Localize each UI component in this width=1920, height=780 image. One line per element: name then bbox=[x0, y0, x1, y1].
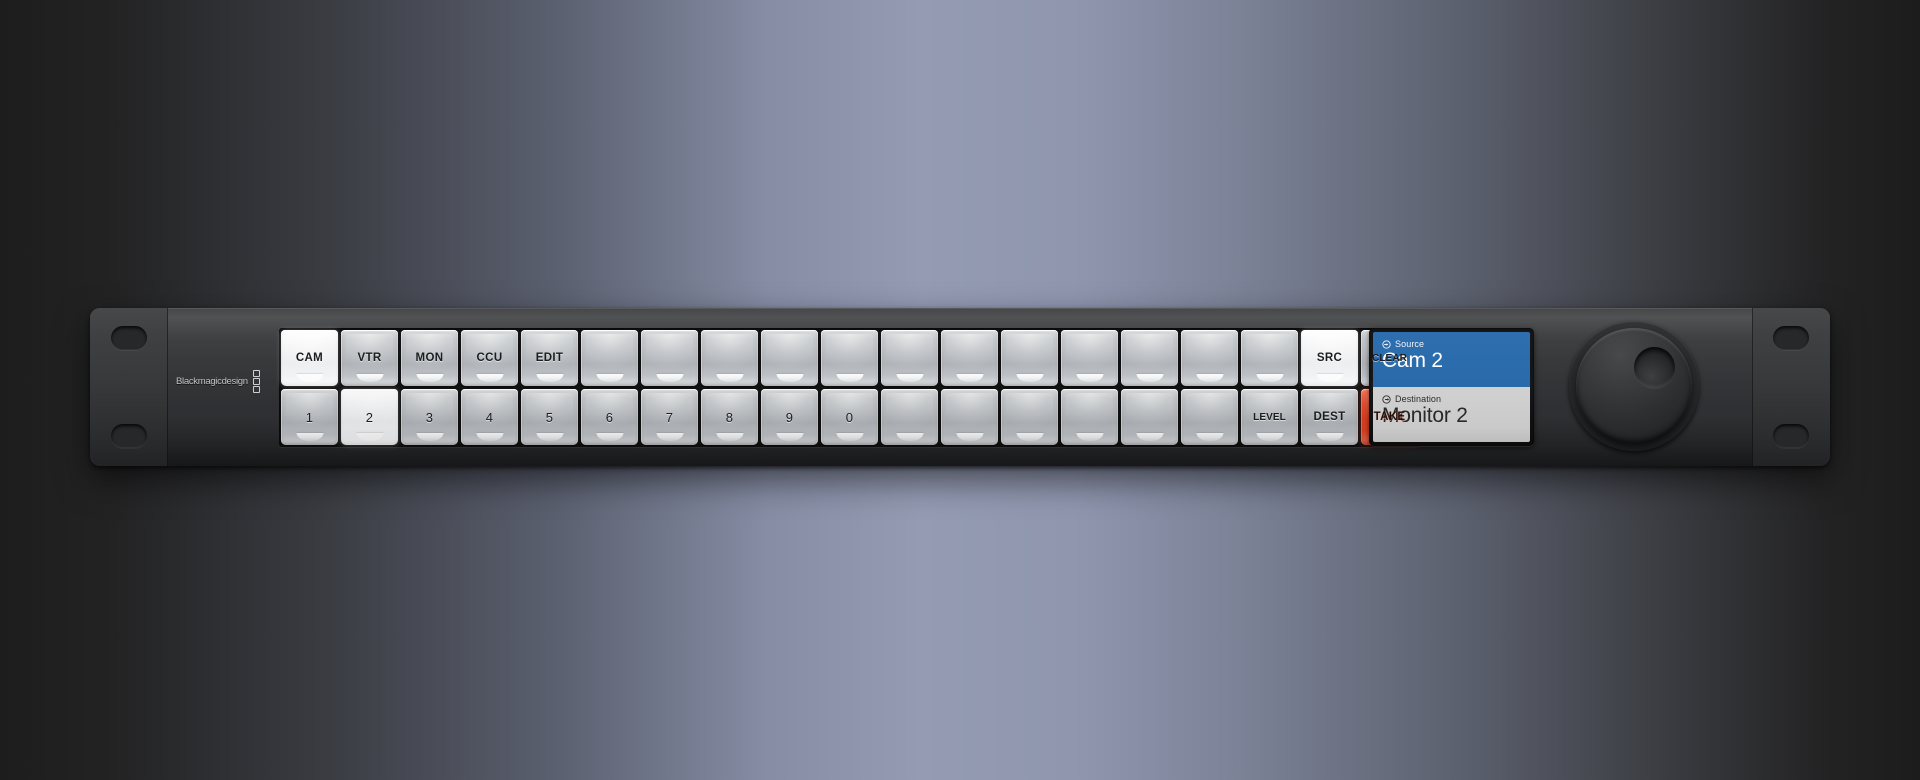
key-3[interactable]: 3 bbox=[401, 389, 458, 445]
key-label: SRC bbox=[1316, 352, 1343, 364]
key-blank-13[interactable] bbox=[1001, 330, 1058, 386]
logo-square-1 bbox=[252, 370, 260, 377]
input-arrow-icon bbox=[1382, 339, 1391, 349]
key-blank-8[interactable] bbox=[701, 330, 758, 386]
key-9[interactable]: 9 bbox=[761, 389, 818, 445]
rack-ear-left bbox=[90, 308, 168, 466]
key-label: VTR bbox=[357, 352, 382, 364]
key-blank-7[interactable] bbox=[641, 330, 698, 386]
key-label: TAKE bbox=[1373, 411, 1406, 423]
key-vtr[interactable]: VTR bbox=[341, 330, 398, 386]
rack-ear-right bbox=[1752, 308, 1830, 466]
rack-mount-hole-top-left bbox=[111, 326, 147, 350]
videohub-smart-control-panel: Blackmagicdesign CAM VTR MON CCU EDIT SRC CLEA… bbox=[90, 308, 1830, 466]
key-blank-6[interactable] bbox=[581, 330, 638, 386]
key-blank-17[interactable] bbox=[1241, 330, 1298, 386]
blackmagic-mark-icon bbox=[252, 370, 260, 393]
screenshot-stage: Blackmagicdesign CAM VTR MON CCU EDIT SRC CLEA… bbox=[0, 0, 1920, 780]
key-label: 2 bbox=[365, 409, 374, 425]
key-dest[interactable]: DEST bbox=[1301, 389, 1358, 445]
key-6[interactable]: 6 bbox=[581, 389, 638, 445]
key-label: 6 bbox=[605, 409, 614, 425]
key-blank-11[interactable] bbox=[881, 330, 938, 386]
key-label: CAM bbox=[295, 352, 324, 364]
key-blank-12[interactable] bbox=[941, 330, 998, 386]
key-src[interactable]: SRC bbox=[1301, 330, 1358, 386]
key-label: 9 bbox=[785, 409, 794, 425]
key-blank-14[interactable] bbox=[1061, 330, 1118, 386]
key-blank-10[interactable] bbox=[821, 330, 878, 386]
key-label: 3 bbox=[425, 409, 434, 425]
key-8[interactable]: 8 bbox=[701, 389, 758, 445]
key-label: 7 bbox=[665, 409, 674, 425]
top-row: CAM VTR MON CCU EDIT SRC CLEAR bbox=[281, 330, 1418, 386]
key-blank-9[interactable] bbox=[761, 330, 818, 386]
rack-mount-hole-top-right bbox=[1773, 326, 1809, 350]
key-label: 4 bbox=[485, 409, 494, 425]
key-label: CLEAR bbox=[1372, 352, 1407, 364]
brand-logo-text: Blackmagicdesign bbox=[176, 376, 248, 387]
key-1[interactable]: 1 bbox=[281, 389, 338, 445]
key-blank-15[interactable] bbox=[1121, 330, 1178, 386]
rack-mount-hole-bottom-right bbox=[1773, 424, 1809, 448]
brand-logo: Blackmagicdesign bbox=[176, 370, 260, 393]
key-blank-11[interactable] bbox=[881, 389, 938, 445]
key-4[interactable]: 4 bbox=[461, 389, 518, 445]
button-grid: CAM VTR MON CCU EDIT SRC CLEAR 1 2 3 4 5 6 7 8 9 0 LEVEL D… bbox=[279, 328, 1420, 447]
bottom-row: 1 2 3 4 5 6 7 8 9 0 LEVEL DEST TAKE bbox=[281, 389, 1418, 445]
lcd-source-caption-row: Source bbox=[1382, 339, 1521, 349]
key-label: 1 bbox=[305, 409, 314, 425]
key-blank-12[interactable] bbox=[941, 389, 998, 445]
lcd-destination-caption: Destination bbox=[1395, 394, 1442, 404]
rotary-knob[interactable] bbox=[1569, 321, 1699, 451]
key-ccu[interactable]: CCU bbox=[461, 330, 518, 386]
key-label: MON bbox=[415, 352, 444, 364]
key-label: LEVEL bbox=[1253, 411, 1286, 423]
key-edit[interactable]: EDIT bbox=[521, 330, 578, 386]
key-label: DEST bbox=[1313, 411, 1346, 423]
key-blank-15[interactable] bbox=[1121, 389, 1178, 445]
key-label: 5 bbox=[545, 409, 554, 425]
key-mon[interactable]: MON bbox=[401, 330, 458, 386]
key-blank-13[interactable] bbox=[1001, 389, 1058, 445]
key-blank-14[interactable] bbox=[1061, 389, 1118, 445]
lcd-destination-caption-row: Destination bbox=[1382, 394, 1521, 404]
lcd-screen[interactable]: Source Cam 2 Destination Monitor 2 bbox=[1373, 332, 1530, 442]
key-blank-16[interactable] bbox=[1181, 330, 1238, 386]
rotary-knob-body[interactable] bbox=[1576, 328, 1692, 444]
key-5[interactable]: 5 bbox=[521, 389, 578, 445]
lcd-source-caption: Source bbox=[1395, 339, 1425, 349]
logo-square-3 bbox=[252, 386, 260, 393]
lcd-bezel: Source Cam 2 Destination Monitor 2 bbox=[1369, 328, 1534, 446]
key-2[interactable]: 2 bbox=[341, 389, 398, 445]
key-blank-16[interactable] bbox=[1181, 389, 1238, 445]
rotary-knob-dimple-icon bbox=[1634, 347, 1675, 388]
key-label: EDIT bbox=[535, 352, 564, 364]
key-7[interactable]: 7 bbox=[641, 389, 698, 445]
key-0[interactable]: 0 bbox=[821, 389, 878, 445]
key-label: CCU bbox=[476, 352, 503, 364]
key-label: 0 bbox=[845, 409, 854, 425]
key-cam[interactable]: CAM bbox=[281, 330, 338, 386]
output-arrow-icon bbox=[1382, 394, 1391, 404]
rack-mount-hole-bottom-left bbox=[111, 424, 147, 448]
logo-square-2 bbox=[252, 378, 260, 385]
key-label: 8 bbox=[725, 409, 734, 425]
key-level[interactable]: LEVEL bbox=[1241, 389, 1298, 445]
